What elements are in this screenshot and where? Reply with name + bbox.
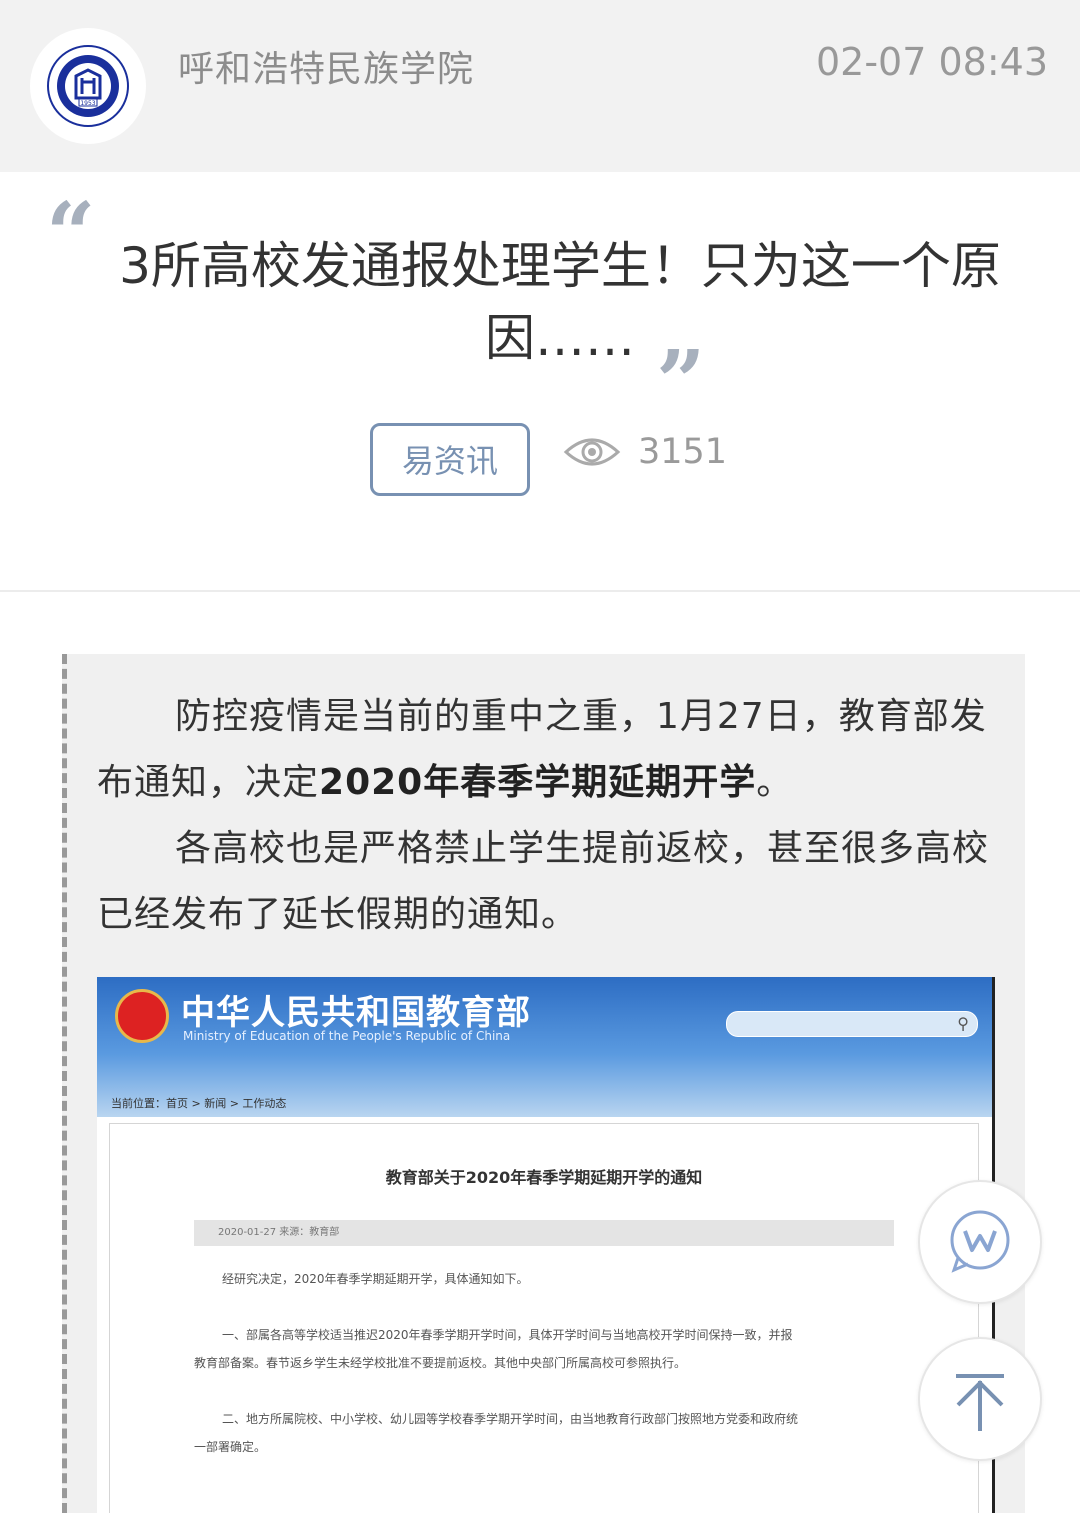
ministry-banner: 中华人民共和国教育部 Ministry of Education of the … [97, 977, 992, 1117]
w-share-icon [950, 1210, 1010, 1273]
paragraph-2: 各高校也是严格禁止学生提前返校，甚至很多高校已经发布了延长假期的通知。 [97, 828, 990, 935]
view-count: 3151 [638, 432, 728, 472]
article-body: 防控疫情是当前的重中之重，1月27日，教育部发布通知，决定2020年春季学期延期… [62, 654, 1025, 1513]
avatar[interactable]: 1953 [30, 28, 146, 144]
site-search-input: ⚲ [726, 1011, 978, 1037]
open-quote-icon: “ [46, 184, 96, 285]
embedded-screenshot[interactable]: 中华人民共和国教育部 Ministry of Education of the … [97, 977, 995, 1513]
notice-line-5: 一部署确定。 [194, 1440, 267, 1454]
notice-line-2: 一、部属各高等学校适当推迟2020年春季学期开学时间，具体开学时间与当地高校开学… [222, 1328, 793, 1342]
title-area: “ 3所高校发通报处理学生！只为这一个原因…… ” 易资讯 3151 [0, 172, 1080, 592]
notice-meta: 2020-01-27 来源：教育部 [194, 1220, 894, 1246]
back-to-top-icon [956, 1374, 1004, 1431]
notice-line-1: 经研究决定，2020年春季学期延期开学，具体通知如下。 [222, 1272, 529, 1286]
eye-icon [563, 430, 621, 474]
article-header: 1953 呼和浩特民族学院 02-07 08:43 [0, 0, 1080, 172]
breadcrumb: 当前位置：首页 > 新闻 > 工作动态 [111, 1097, 287, 1110]
close-quote-icon: ” [656, 332, 706, 433]
category-tag[interactable]: 易资讯 [370, 423, 530, 496]
notice-title: 教育部关于2020年春季学期延期开学的通知 [385, 1168, 703, 1187]
national-emblem-icon [115, 989, 169, 1043]
ministry-title: 中华人民共和国教育部 [181, 993, 531, 1033]
logo-year: 1953 [80, 100, 95, 107]
notice-line-3: 教育部备案。春节返乡学生未经学校批准不要提前返校。其他中央部门所属高校可参照执行… [194, 1356, 687, 1370]
notice-line-4: 二、地方所属院校、中小学校、幼儿园等学校春季学期开学时间，由当地教育行政部门按照… [222, 1412, 799, 1426]
back-to-top-button[interactable] [918, 1337, 1042, 1461]
search-icon: ⚲ [957, 1014, 969, 1033]
timestamp: 02-07 08:43 [815, 40, 1048, 84]
paragraph-1: 防控疫情是当前的重中之重，1月27日，教育部发布通知，决定2020年春季学期延期… [97, 684, 992, 816]
w-share-button[interactable] [918, 1180, 1042, 1304]
source-name[interactable]: 呼和浩特民族学院 [178, 40, 474, 92]
college-seal-icon: 1953 [46, 44, 130, 128]
notice-document: 教育部关于2020年春季学期延期开学的通知 2020-01-27 来源：教育部 … [109, 1123, 979, 1513]
ministry-subtitle: Ministry of Education of the People's Re… [183, 1029, 511, 1043]
paragraph-1-bold: 2020年春季学期延期开学 [319, 762, 757, 803]
article-title: 3所高校发通报处理学生！只为这一个原因…… [119, 237, 1001, 367]
paragraph-1-end: 。 [756, 762, 794, 803]
